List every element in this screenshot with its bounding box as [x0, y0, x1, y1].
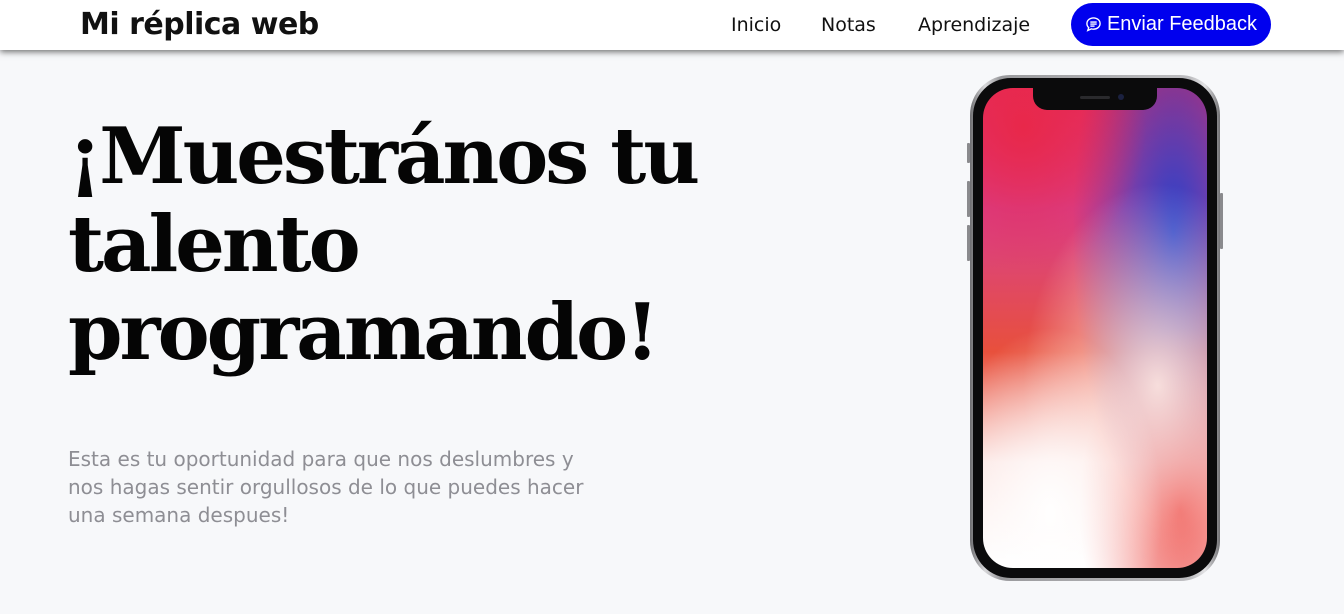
phone-camera [1118, 94, 1124, 100]
site-logo-text[interactable]: Mi réplica web [80, 6, 319, 44]
phone-side-button [967, 225, 970, 261]
smartphone-image [967, 75, 1223, 581]
phone-side-button [1220, 193, 1223, 249]
chat-bubble-icon [1085, 16, 1102, 33]
phone-speaker [1080, 96, 1110, 99]
phone-notch [1033, 88, 1157, 110]
send-feedback-label: Enviar Feedback [1106, 13, 1258, 35]
nav-link-notas[interactable]: Notas [821, 13, 876, 37]
nav-link-aprendizaje[interactable]: Aprendizaje [918, 13, 1030, 37]
nav-link-inicio[interactable]: Inicio [731, 13, 781, 37]
hero-title: ¡Muestrános tu talento programando! [68, 111, 700, 378]
phone-screen [983, 88, 1207, 568]
site-header: Mi réplica web Inicio Notas Aprendizaje … [0, 0, 1344, 50]
phone-bezel [973, 78, 1217, 578]
hero-description: Esta es tu oportunidad para que nos desl… [68, 447, 584, 527]
send-feedback-button[interactable]: Enviar Feedback [1071, 3, 1271, 46]
phone-side-button [967, 143, 970, 163]
phone-side-button [967, 181, 970, 217]
